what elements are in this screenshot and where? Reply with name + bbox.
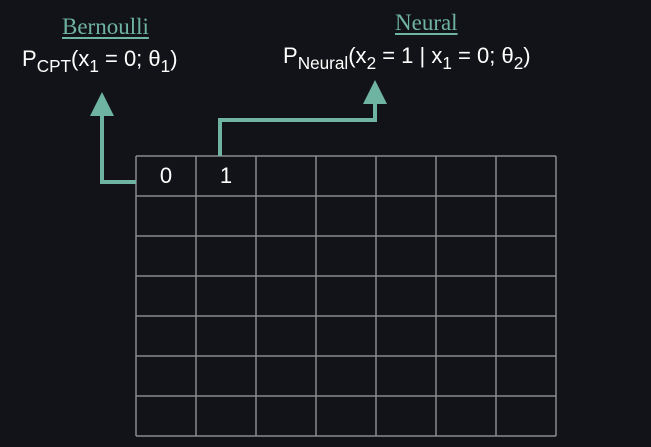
grid-cell-value: 0 (159, 163, 173, 188)
grid-cell-value: 1 (219, 163, 233, 188)
grid-lines (135, 155, 557, 437)
neural-arrow (218, 80, 387, 156)
autoregressive-grid-diagram: Bernoulli PCPT(x1 = 0; θ1) Neural PNeura… (0, 0, 651, 447)
grid-svg (90, 80, 557, 437)
bernoulli-arrow (90, 92, 136, 184)
